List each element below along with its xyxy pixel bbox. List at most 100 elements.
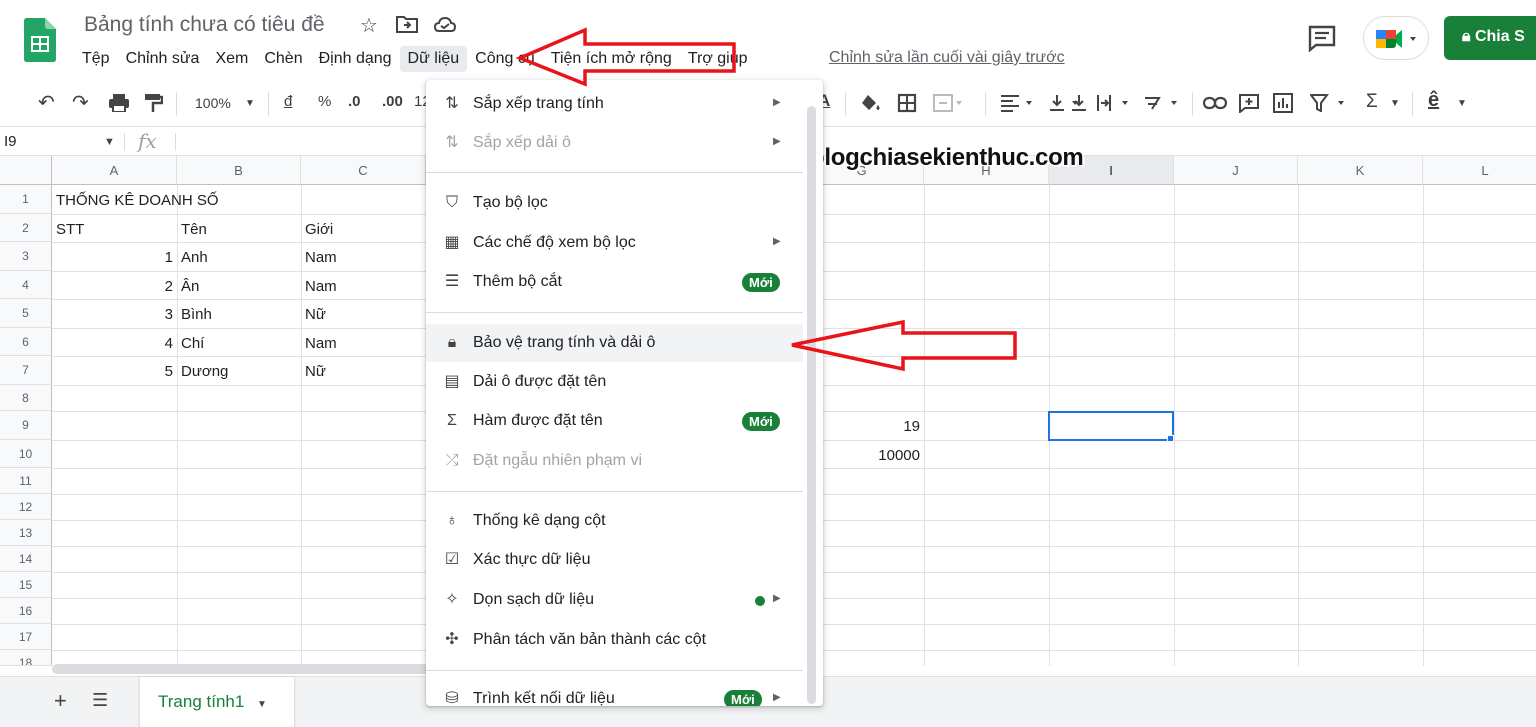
column-header-l[interactable]: L — [1423, 156, 1536, 185]
cell-a7[interactable]: 5 — [56, 363, 173, 380]
menu-item-split-text[interactable]: ✣ Phân tách văn bản thành các cột — [426, 621, 803, 659]
menu-item-protect-sheets[interactable]: 🔒︎ Bảo vệ trang tính và dải ô — [426, 324, 803, 362]
row-header-4[interactable]: 4 — [0, 271, 52, 299]
cell-b7[interactable]: Dương — [181, 363, 228, 380]
row-header-15[interactable]: 15 — [0, 572, 52, 598]
text-wrap-icon[interactable] — [1070, 94, 1090, 112]
cell-a5[interactable]: 3 — [56, 306, 173, 323]
sheet-tab-dropdown-icon[interactable]: ▼ — [257, 699, 267, 710]
percent-format-button[interactable]: % — [318, 93, 331, 110]
cell-a2[interactable]: STT — [56, 221, 84, 238]
all-sheets-icon[interactable]: ☰ — [92, 690, 108, 711]
cloud-status-icon[interactable] — [434, 16, 456, 32]
zoom-dropdown-icon[interactable]: ▼ — [245, 98, 255, 109]
cell-c6[interactable]: Nam — [305, 335, 337, 352]
menu-item-filter-views[interactable]: ▦ Các chế độ xem bộ lọc ▶ — [426, 224, 803, 262]
cell-a3[interactable]: 1 — [56, 249, 173, 266]
horizontal-align-icon[interactable] — [1000, 94, 1036, 112]
select-all-corner[interactable] — [0, 156, 52, 185]
row-header-8[interactable]: 8 — [0, 385, 52, 411]
cell-b5[interactable]: Bình — [181, 306, 212, 323]
menu-item-column-stats[interactable]: ♁ Thống kê dạng cột — [426, 502, 803, 540]
menu-item-sort-range[interactable]: ⇅ Sắp xếp dải ô ▶ — [426, 124, 803, 162]
insert-chart-icon[interactable] — [1273, 93, 1293, 113]
cell-c7[interactable]: Nữ — [305, 363, 326, 380]
cell-c2[interactable]: Giới — [305, 221, 333, 238]
currency-format-button[interactable]: đ — [284, 93, 292, 110]
filter-icon[interactable] — [1310, 94, 1350, 112]
insert-link-icon[interactable] — [1203, 96, 1227, 110]
menu-edit[interactable]: Chỉnh sửa — [118, 46, 208, 72]
merge-cells-icon[interactable] — [933, 94, 963, 112]
functions-icon[interactable]: Σ — [1366, 91, 1378, 113]
text-rotation-icon[interactable] — [1096, 94, 1134, 112]
menu-item-named-functions[interactable]: Σ Hàm được đặt tên Mới — [426, 402, 803, 440]
column-header-b[interactable]: B — [177, 156, 301, 185]
share-button[interactable]: 🔒︎ Chia S — [1444, 16, 1536, 60]
row-header-12[interactable]: 12 — [0, 494, 52, 520]
menu-data[interactable]: Dữ liệu — [399, 46, 468, 72]
input-tools-dropdown-icon[interactable]: ▼ — [1457, 98, 1467, 109]
row-header-14[interactable]: 14 — [0, 546, 52, 572]
row-header-3[interactable]: 3 — [0, 242, 52, 271]
column-header-c[interactable]: C — [301, 156, 426, 185]
redo-icon[interactable]: ↷ — [72, 90, 89, 115]
decrease-decimal-button[interactable]: .0 — [348, 93, 361, 110]
cell-c3[interactable]: Nam — [305, 249, 337, 266]
cell-b6[interactable]: Chí — [181, 335, 204, 352]
menu-item-sort-sheet[interactable]: ⇅ Sắp xếp trang tính ▶ — [426, 85, 803, 123]
menu-item-create-filter[interactable]: ⛉ Tạo bộ lọc — [426, 184, 803, 222]
zoom-select[interactable]: 100% — [195, 95, 231, 111]
print-icon[interactable] — [108, 94, 130, 112]
menu-extensions[interactable]: Tiện ích mở rộng — [543, 46, 680, 72]
name-box[interactable]: I9 — [4, 133, 17, 150]
add-sheet-icon[interactable]: + — [54, 688, 67, 714]
cell-a6[interactable]: 4 — [56, 335, 173, 352]
input-tools-button[interactable]: ê — [1428, 89, 1439, 112]
cell-c4[interactable]: Nam — [305, 278, 337, 295]
cell-c5[interactable]: Nữ — [305, 306, 326, 323]
selected-cell-i9[interactable] — [1048, 411, 1174, 441]
fill-handle[interactable] — [1167, 435, 1174, 442]
fill-color-icon[interactable] — [860, 93, 882, 113]
menu-help[interactable]: Trợ giúp — [680, 46, 756, 72]
row-header-2[interactable]: 2 — [0, 214, 52, 242]
row-header-7[interactable]: 7 — [0, 356, 52, 385]
menu-format[interactable]: Định dạng — [311, 46, 400, 72]
menu-item-randomize-range[interactable]: ⤮ Đặt ngẫu nhiên phạm vi — [426, 442, 803, 480]
cell-b3[interactable]: Anh — [181, 249, 208, 266]
menu-view[interactable]: Xem — [207, 46, 256, 72]
menu-item-data-connectors[interactable]: ⛁ Trình kết nối dữ liệu Mới ▶ — [426, 680, 803, 706]
row-header-17[interactable]: 17 — [0, 624, 52, 650]
row-header-1[interactable]: 1 — [0, 185, 52, 214]
name-box-dropdown-icon[interactable]: ▼ — [104, 136, 115, 148]
move-folder-icon[interactable] — [396, 15, 418, 33]
document-title[interactable]: Bảng tính chưa có tiêu đề — [84, 13, 325, 37]
row-header-11[interactable]: 11 — [0, 468, 52, 494]
paint-format-icon[interactable] — [143, 93, 163, 113]
row-header-6[interactable]: 6 — [0, 328, 52, 356]
menu-tools[interactable]: Công cụ — [467, 46, 543, 72]
meet-button[interactable] — [1363, 16, 1429, 60]
cell-b4[interactable]: Ân — [181, 278, 199, 295]
borders-icon[interactable] — [897, 93, 917, 113]
menu-item-data-validation[interactable]: ☑ Xác thực dữ liệu — [426, 541, 803, 579]
column-header-k[interactable]: K — [1298, 156, 1423, 185]
sheet-tab-active[interactable]: Trang tính1 ▼ — [140, 677, 294, 727]
column-header-j[interactable]: J — [1174, 156, 1298, 185]
menu-scrollbar[interactable] — [807, 106, 816, 704]
row-header-5[interactable]: 5 — [0, 299, 52, 328]
horizontal-scrollbar[interactable] — [52, 664, 432, 674]
row-header-18[interactable]: 18 — [0, 650, 52, 666]
row-header-13[interactable]: 13 — [0, 520, 52, 546]
menu-item-data-cleanup[interactable]: ✧ Dọn sạch dữ liệu ▶ — [426, 581, 803, 619]
increase-decimal-button[interactable]: .00 — [382, 93, 403, 110]
cell-a4[interactable]: 2 — [56, 278, 173, 295]
star-icon[interactable]: ☆ — [360, 13, 378, 38]
menu-item-named-ranges[interactable]: ▤ Dải ô được đặt tên — [426, 363, 803, 401]
functions-rotation-icon[interactable] — [1143, 94, 1183, 112]
menu-file[interactable]: Tệp — [74, 46, 118, 72]
undo-icon[interactable]: ↶ — [38, 90, 55, 115]
row-header-9[interactable]: 9 — [0, 411, 52, 440]
row-header-10[interactable]: 10 — [0, 440, 52, 468]
